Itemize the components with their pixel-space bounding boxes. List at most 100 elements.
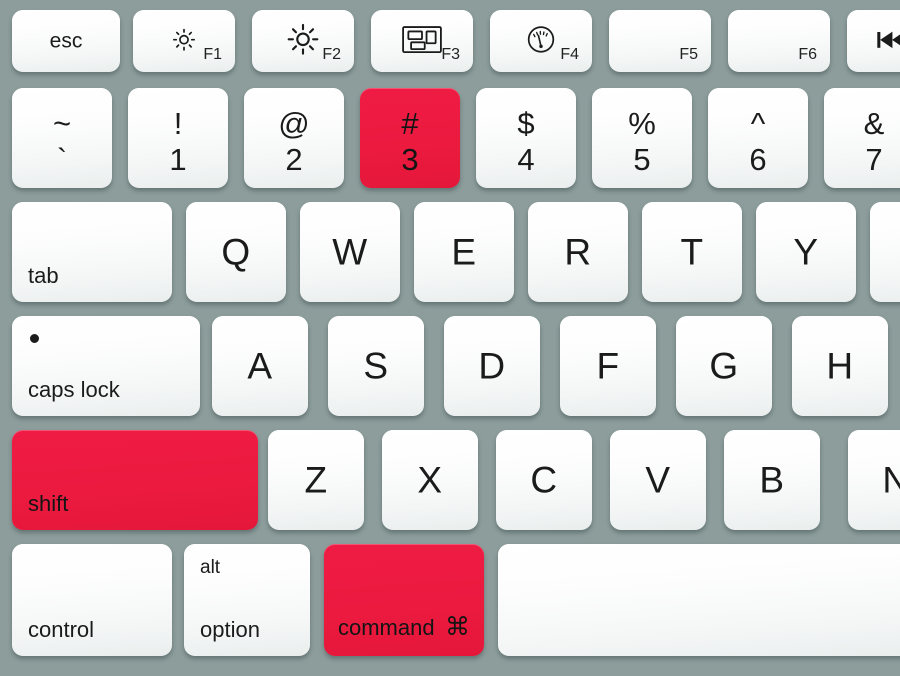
key-space[interactable] (498, 544, 900, 656)
key-q[interactable]: Q (186, 202, 286, 302)
key-label: esc (49, 29, 83, 53)
key-a[interactable]: A (212, 316, 308, 416)
key-label: E (451, 231, 477, 273)
command-glyph-icon: ⌘ (445, 613, 470, 641)
key-shifted-label: @ (278, 106, 310, 141)
command-key-labels: command ⌘ (338, 612, 470, 642)
key-tilde[interactable]: ~ ` (12, 88, 112, 188)
key-base-label: ` (56, 142, 68, 177)
key-alt-label: alt (200, 557, 221, 578)
key-d[interactable]: D (444, 316, 540, 416)
key-r[interactable]: R (528, 202, 628, 302)
key-f5[interactable]: F5 (609, 10, 711, 72)
caps-lock-indicator-icon (30, 334, 39, 343)
key-base-label: 7 (865, 142, 883, 177)
key-y[interactable]: Y (756, 202, 856, 302)
key-base-label: 3 (401, 142, 419, 177)
key-label: tab (28, 263, 59, 288)
function-key-number: F4 (560, 46, 579, 63)
key-label: Q (221, 231, 251, 273)
key-label: C (530, 459, 558, 501)
key-label: Z (304, 459, 328, 501)
key-7[interactable]: & 7 (824, 88, 900, 188)
key-label: option (200, 617, 260, 642)
key-u[interactable]: U (870, 202, 900, 302)
key-label: A (247, 345, 273, 387)
key-s[interactable]: S (328, 316, 424, 416)
key-shifted-label: $ (517, 106, 535, 141)
function-key-number: F1 (203, 46, 222, 63)
key-3[interactable]: #3 (360, 88, 460, 188)
key-5[interactable]: % 5 (592, 88, 692, 188)
key-4[interactable]: $4 (476, 88, 576, 188)
key-label: U (870, 234, 900, 271)
key-label: R (564, 231, 592, 273)
key-w[interactable]: W (300, 202, 400, 302)
key-shifted-label: ~ (52, 106, 72, 141)
key-tab[interactable]: tab (12, 202, 172, 302)
key-label: control (28, 617, 95, 642)
key-6[interactable]: ^ 6 (708, 88, 808, 188)
key-base-label: 1 (169, 142, 187, 177)
key-f6[interactable]: F6 (728, 10, 830, 72)
mission-control-icon (402, 26, 442, 54)
key-label: T (680, 231, 704, 273)
key-shifted-label: ^ (750, 106, 766, 141)
key-label: B (759, 459, 785, 501)
key-shifted-label: & (863, 106, 885, 141)
key-label: N (882, 459, 900, 501)
function-key-number: F3 (441, 46, 460, 63)
key-esc[interactable]: esc (12, 10, 120, 72)
key-label: W (332, 231, 368, 273)
key-label: S (363, 345, 389, 387)
key-label: D (478, 345, 506, 387)
key-control[interactable]: control (12, 544, 172, 656)
key-base-label: 2 (285, 142, 303, 177)
key-f2[interactable]: F2 (252, 10, 354, 72)
key-x[interactable]: X (382, 430, 478, 530)
key-c[interactable]: C (496, 430, 592, 530)
key-label: X (417, 459, 443, 501)
key-b[interactable]: B (724, 430, 820, 530)
key-label: shift (28, 491, 69, 516)
key-capslock[interactable]: caps lock (12, 316, 200, 416)
key-v[interactable]: V (610, 430, 706, 530)
key-shifted-label: % (628, 106, 656, 141)
dashboard-gauge-icon (526, 24, 557, 55)
key-label: H (826, 345, 854, 387)
key-2[interactable]: @2 (244, 88, 344, 188)
function-key-number: F2 (322, 46, 341, 63)
function-key-number: F6 (798, 46, 817, 63)
key-f7[interactable] (847, 10, 900, 72)
key-f3[interactable]: F3 (371, 10, 473, 72)
key-t[interactable]: T (642, 202, 742, 302)
key-base-label: 4 (517, 142, 535, 177)
key-f1[interactable]: F1 (133, 10, 235, 72)
brightness-down-icon (171, 27, 197, 53)
key-shifted-label: ! (173, 106, 183, 141)
key-label: Y (793, 231, 819, 273)
brightness-up-icon (286, 22, 320, 56)
key-label: F (596, 345, 620, 387)
key-base-label: 5 (633, 142, 651, 177)
key-n[interactable]: N (848, 430, 900, 530)
key-command[interactable]: command ⌘ (324, 544, 484, 656)
key-f4[interactable]: F4 (490, 10, 592, 72)
key-g[interactable]: G (676, 316, 772, 416)
key-label: V (645, 459, 671, 501)
key-z[interactable]: Z (268, 430, 364, 530)
key-h[interactable]: H (792, 316, 888, 416)
key-1[interactable]: ! 1 (128, 88, 228, 188)
rewind-icon (875, 29, 900, 51)
key-shift[interactable]: shift (12, 430, 258, 530)
key-label: G (709, 345, 739, 387)
key-f[interactable]: F (560, 316, 656, 416)
mac-keyboard: esc F1 F2 F3 F4 F5 F6 ~ `! 1 @2 #3 $4% 5 ^ 6 & 7 tab Q… (0, 0, 900, 676)
key-option[interactable]: alt option (184, 544, 310, 656)
key-base-label: 6 (749, 142, 767, 177)
key-label: command (338, 615, 435, 640)
key-shifted-label: # (401, 106, 419, 141)
key-e[interactable]: E (414, 202, 514, 302)
function-key-number: F5 (679, 46, 698, 63)
key-label: caps lock (28, 377, 120, 402)
